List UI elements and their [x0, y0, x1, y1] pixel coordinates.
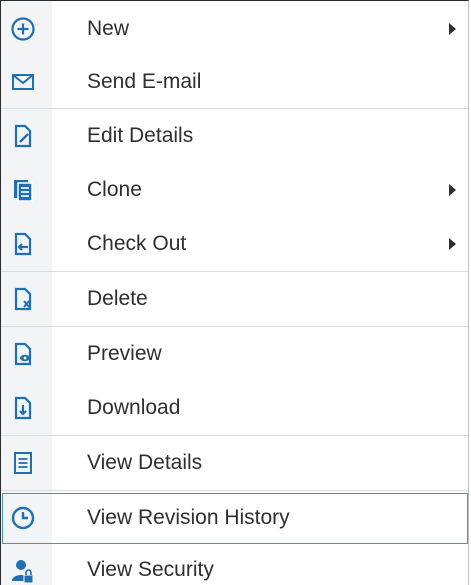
menu-item-label: Delete	[87, 287, 148, 310]
menu-item-edit-details[interactable]: Edit Details	[1, 108, 468, 163]
details-list-icon	[9, 449, 37, 477]
menu-item-label: View Details	[87, 451, 203, 474]
plus-circle-icon	[9, 15, 37, 43]
menu-item-label: Check Out	[87, 232, 187, 255]
delete-document-icon	[9, 285, 37, 313]
menu-item-check-out[interactable]: Check Out	[1, 217, 468, 271]
menu-item-label: New	[87, 16, 130, 40]
envelope-icon	[9, 68, 37, 96]
clone-documents-icon	[9, 176, 37, 204]
menu-item-label: Send E-mail	[87, 70, 202, 93]
menu-item-preview[interactable]: Preview	[1, 326, 468, 381]
submenu-arrow-icon	[449, 22, 456, 35]
edit-document-icon	[9, 122, 37, 150]
menu-item-view-revision-history[interactable]: View Revision History	[1, 490, 468, 545]
menu-item-label: Edit Details	[87, 124, 194, 147]
menu-item-delete[interactable]: Delete	[1, 271, 468, 326]
menu-item-new[interactable]: New	[1, 1, 468, 56]
preview-document-icon	[9, 340, 37, 368]
menu-item-view-details[interactable]: View Details	[1, 435, 468, 490]
check-out-document-icon	[9, 230, 37, 258]
context-menu: New Send E-mail Edit Details Clone Check…	[0, 0, 469, 585]
download-document-icon	[9, 394, 37, 422]
menu-item-label: Clone	[87, 178, 142, 201]
menu-item-label: Preview	[87, 342, 162, 365]
submenu-arrow-icon	[449, 238, 456, 250]
menu-item-label: Download	[87, 396, 181, 419]
clock-icon	[9, 504, 37, 532]
menu-item-download[interactable]: Download	[1, 381, 468, 435]
menu-item-clone[interactable]: Clone	[1, 163, 468, 217]
menu-item-view-security[interactable]: View Security	[1, 545, 468, 585]
menu-item-label: View Security	[87, 558, 214, 581]
user-lock-icon	[9, 557, 37, 585]
menu-item-label: View Revision History	[87, 506, 290, 529]
menu-item-send-email[interactable]: Send E-mail	[1, 56, 468, 108]
submenu-arrow-icon	[449, 184, 456, 196]
